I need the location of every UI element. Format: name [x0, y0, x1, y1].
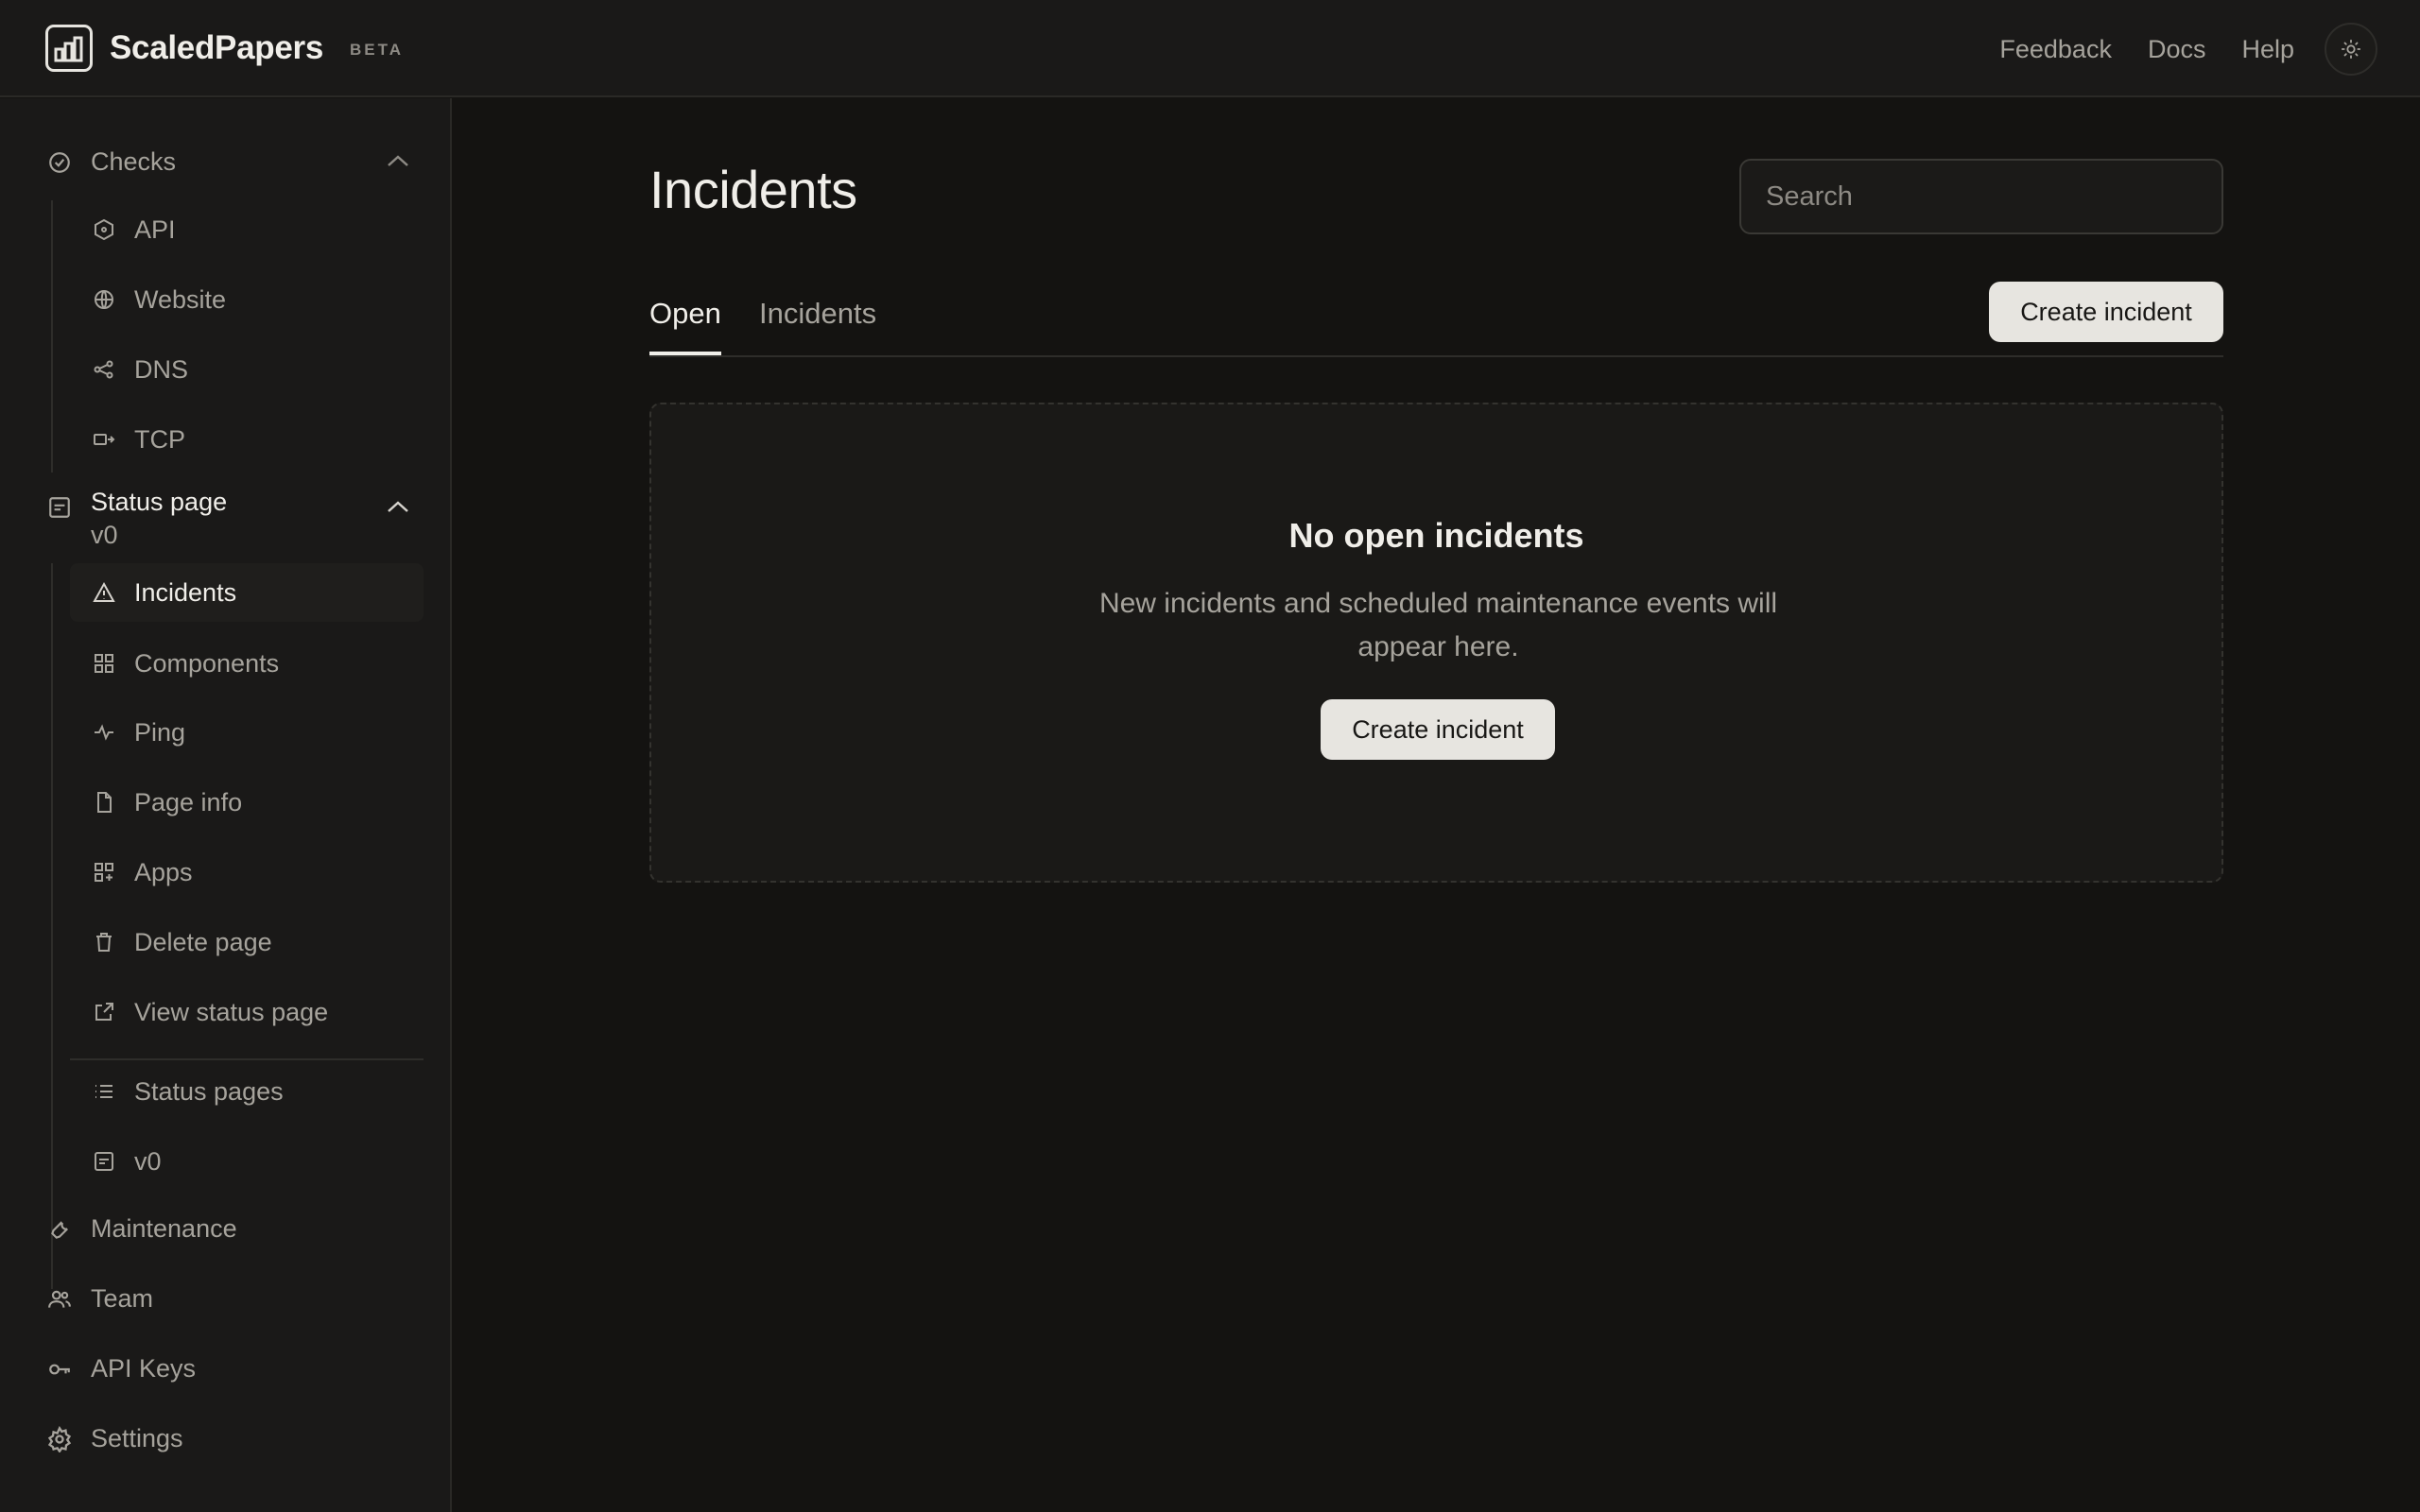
sidebar-item-label: Incidents — [134, 577, 237, 607]
sidebar-item-label: Ping — [134, 717, 186, 747]
tab-bar: Open Incidents — [649, 280, 2223, 357]
sidebar-item-apps[interactable]: Apps — [70, 843, 424, 902]
sidebar-item-dns[interactable]: DNS — [70, 340, 424, 399]
apps-plus-icon — [91, 859, 117, 885]
sidebar-item-label: Delete page — [134, 927, 272, 956]
beta-badge: BETA — [350, 41, 405, 59]
sidebar-item-label: Components — [134, 648, 280, 678]
plug-arrow-icon — [91, 426, 117, 453]
users-icon — [45, 1285, 74, 1314]
sidebar-item-label: Team — [91, 1284, 154, 1313]
empty-state-title: No open incidents — [1288, 516, 1584, 555]
sidebar-divider — [70, 1058, 424, 1060]
sidebar-item-status-pages[interactable]: Status pages — [70, 1062, 424, 1121]
sidebar-item-maintenance[interactable]: Maintenance — [45, 1214, 237, 1244]
list-icon — [91, 1078, 117, 1105]
sidebar-item-api-keys[interactable]: API Keys — [45, 1354, 196, 1383]
trash-icon — [91, 929, 117, 955]
docs-link[interactable]: Docs — [2148, 35, 2206, 64]
sidebar-item-api[interactable]: API — [70, 200, 424, 259]
sidebar-item-v0[interactable]: v0 — [70, 1132, 424, 1191]
empty-state-description: New incidents and scheduled maintenance … — [1098, 588, 1778, 662]
sidebar-item-view-status-page[interactable]: View status page — [70, 983, 424, 1041]
sidebar-item-ping[interactable]: Ping — [70, 703, 424, 762]
sidebar-item-label: API Keys — [91, 1354, 197, 1383]
sidebar-item-label: Apps — [134, 857, 193, 886]
sidebar-item-status-page[interactable]: Status page v0 — [45, 488, 227, 550]
document-icon — [91, 1148, 117, 1175]
gear-icon — [45, 1425, 74, 1453]
file-icon — [91, 789, 117, 816]
wrench-icon — [45, 1215, 74, 1244]
sidebar-item-label: TCP — [134, 424, 185, 454]
sidebar-item-label: Status page — [91, 488, 228, 516]
tab-incidents[interactable]: Incidents — [759, 297, 876, 352]
brand[interactable]: ScaledPapers BETA — [45, 25, 404, 72]
sidebar-item-tcp[interactable]: TCP — [70, 410, 424, 469]
theme-toggle-button[interactable] — [2325, 23, 2377, 76]
top-nav: Feedback Docs Help — [1963, 23, 2377, 76]
tree-line — [51, 563, 53, 1289]
tab-open[interactable]: Open — [649, 297, 721, 355]
sidebar-item-label: Page info — [134, 787, 243, 816]
chevron-up-icon[interactable] — [386, 499, 410, 514]
help-link[interactable]: Help — [2241, 35, 2294, 64]
top-bar: ScaledPapers BETA Feedback Docs Help — [0, 0, 2420, 97]
app-name: ScaledPapers — [110, 29, 323, 66]
sidebar-item-page-info[interactable]: Page info — [70, 773, 424, 832]
pulse-icon — [91, 719, 117, 746]
warning-triangle-icon — [91, 579, 117, 606]
sidebar-item-label: Checks — [91, 147, 177, 176]
sidebar-item-label: API — [134, 215, 176, 244]
sidebar-item-website[interactable]: Website — [70, 270, 424, 329]
sidebar-item-delete-page[interactable]: Delete page — [70, 913, 424, 971]
sidebar-item-checks[interactable]: Checks — [45, 147, 176, 177]
sidebar-item-team[interactable]: Team — [45, 1284, 153, 1314]
external-link-icon — [91, 999, 117, 1025]
create-incident-button[interactable]: Create incident — [1989, 282, 2223, 342]
sidebar-item-label: View status page — [134, 997, 329, 1026]
sidebar: Checks API Website DNS TCP Status page v… — [0, 98, 452, 1512]
sidebar-item-label: DNS — [134, 354, 189, 384]
sidebar-item-label: Status pages — [134, 1076, 284, 1106]
check-circle-icon — [45, 148, 74, 177]
feedback-link[interactable]: Feedback — [1999, 35, 2112, 64]
logo-icon — [45, 25, 93, 72]
key-icon — [45, 1355, 74, 1383]
empty-state: No open incidents New incidents and sche… — [649, 403, 2223, 883]
page-title: Incidents — [649, 160, 857, 219]
chevron-up-icon[interactable] — [386, 153, 410, 168]
search-input[interactable] — [1739, 159, 2223, 234]
sidebar-item-label: Maintenance — [91, 1214, 237, 1243]
share-nodes-icon — [91, 356, 117, 383]
sidebar-item-components[interactable]: Components — [70, 634, 424, 693]
sidebar-item-label: Settings — [91, 1424, 183, 1452]
tree-line — [51, 200, 53, 472]
hexagon-icon — [91, 216, 117, 243]
status-page-version: v0 — [91, 521, 118, 549]
grid-icon — [91, 650, 117, 677]
sidebar-item-settings[interactable]: Settings — [45, 1424, 183, 1453]
empty-create-incident-button[interactable]: Create incident — [1321, 699, 1555, 760]
sidebar-item-incidents[interactable]: Incidents — [70, 563, 424, 622]
document-icon — [45, 493, 74, 522]
sun-icon — [2341, 39, 2361, 60]
sidebar-item-label: Website — [134, 284, 227, 314]
sidebar-item-label: v0 — [134, 1146, 162, 1176]
globe-icon — [91, 286, 117, 313]
